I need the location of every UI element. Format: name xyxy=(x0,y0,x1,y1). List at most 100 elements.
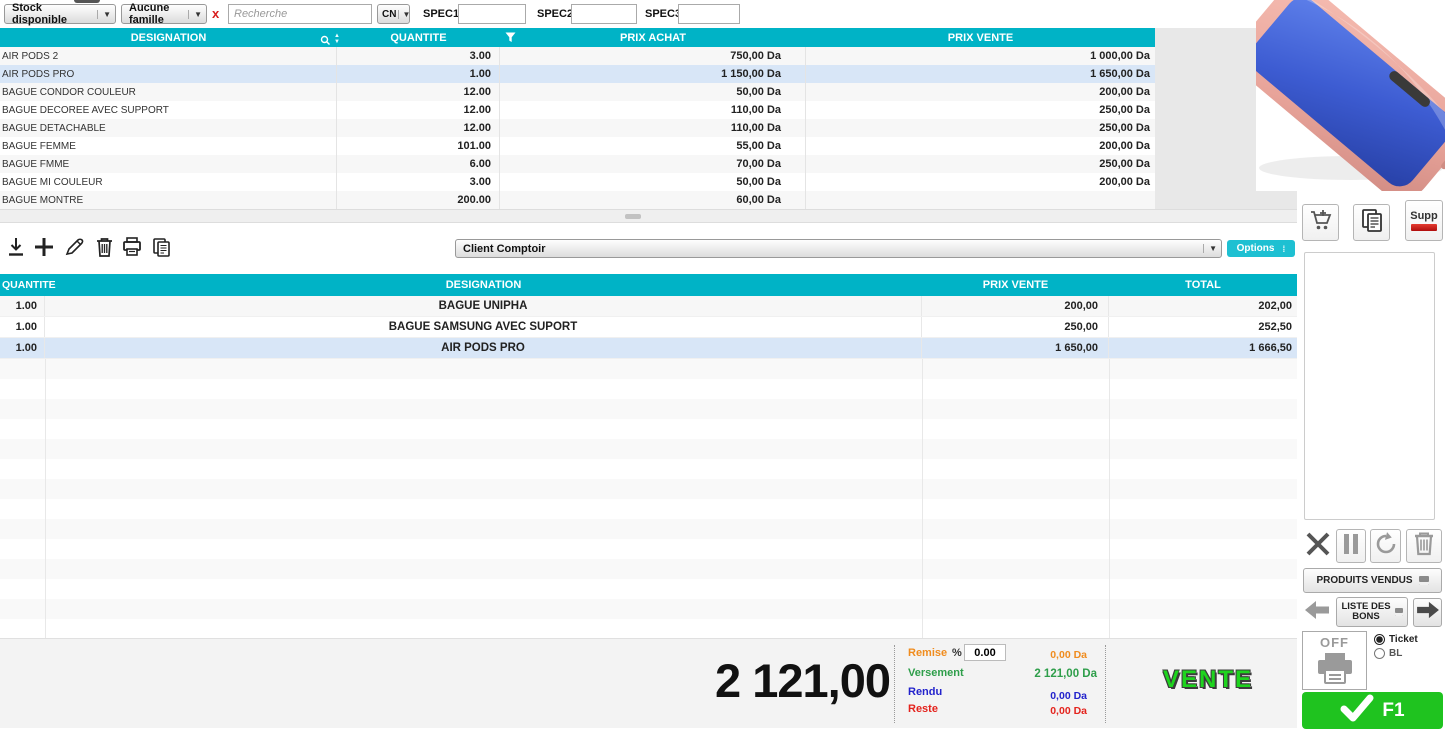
cell-prix-vente: 1 650,00 Da xyxy=(806,65,1155,83)
print-icon[interactable] xyxy=(120,234,144,260)
cell-designation: BAGUE FMME xyxy=(0,155,337,173)
clear-filter-icon[interactable]: x xyxy=(212,4,219,24)
cell-quantite: 12.00 xyxy=(337,119,500,137)
cell-prix-vente: 200,00 xyxy=(922,296,1109,316)
options-button[interactable]: Options ⁞ xyxy=(1227,240,1295,257)
stock-table-header: DESIGNATION ▲▼ QUANTITE PRIX ACHAT PRIX … xyxy=(0,28,1155,47)
stock-filter-dropdown[interactable]: Stock disponible ▼ xyxy=(4,4,116,24)
bl-radio-input[interactable] xyxy=(1374,648,1385,659)
table-row[interactable]: 1.00AIR PODS PRO1 650,001 666,50 xyxy=(0,338,1297,359)
delete-line-button[interactable]: Supp xyxy=(1405,200,1443,241)
copy-icon[interactable] xyxy=(149,234,173,260)
cell-quantite: 1.00 xyxy=(0,317,45,337)
cell-designation: BAGUE SAMSUNG AVEC SUPORT xyxy=(45,317,922,337)
next-ticket-button[interactable] xyxy=(1413,598,1442,627)
stock-header-prix-achat[interactable]: PRIX ACHAT xyxy=(500,32,806,44)
table-row[interactable]: BAGUE FEMME101.0055,00 Da200,00 Da xyxy=(0,137,1155,155)
duplicate-ticket-button[interactable] xyxy=(1353,204,1390,241)
spec2-label: SPEC2 xyxy=(537,3,573,25)
table-row[interactable]: BAGUE MI COULEUR3.0050,00 Da200,00 Da xyxy=(0,173,1155,191)
cell-designation: BAGUE DECOREE AVEC SUPPORT xyxy=(0,101,337,119)
table-row[interactable]: BAGUE DETACHABLE12.00110,00 Da250,00 Da xyxy=(0,119,1155,137)
grid-line xyxy=(922,359,923,638)
add-to-cart-button[interactable] xyxy=(1302,204,1339,241)
remise-value: 0,00 Da xyxy=(1050,649,1087,661)
code-type-dropdown[interactable]: CN ▼ xyxy=(377,4,410,24)
edit-pencil-icon[interactable] xyxy=(62,234,86,260)
cell-prix-vente: 1 650,00 xyxy=(922,338,1109,358)
hold-ticket-button[interactable] xyxy=(1336,529,1366,563)
supp-label: Supp xyxy=(1410,210,1438,222)
sale-table-body: 1.00BAGUE UNIPHA200,00202,001.00BAGUE SA… xyxy=(0,296,1297,359)
versement-label: Versement xyxy=(908,667,964,679)
stock-filter-value: Stock disponible xyxy=(12,2,91,26)
cell-prix-achat: 70,00 Da xyxy=(500,155,806,173)
bl-radio[interactable]: BL xyxy=(1374,648,1402,659)
splitter-bar[interactable] xyxy=(0,209,1297,223)
cell-prix-vente: 250,00 Da xyxy=(806,155,1155,173)
cell-prix-achat: 50,00 Da xyxy=(500,83,806,101)
liste-des-bons-label2: BONS xyxy=(1352,611,1379,622)
cell-prix-vente: 1 000,00 Da xyxy=(806,47,1155,65)
cell-prix-achat: 750,00 Da xyxy=(500,47,806,65)
sale-header-quantite[interactable]: QUANTITE xyxy=(0,279,45,291)
printer-toggle-button[interactable]: OFF xyxy=(1302,631,1367,690)
cell-quantite: 101.00 xyxy=(337,137,500,155)
validate-sale-button[interactable]: F1 xyxy=(1302,692,1443,729)
stock-header-quantite[interactable]: QUANTITE xyxy=(337,32,500,44)
refresh-icon xyxy=(1374,532,1398,561)
spec3-input[interactable] xyxy=(678,4,740,24)
kebab-menu-icon: ⁞ xyxy=(1282,244,1285,254)
refresh-button[interactable] xyxy=(1370,529,1401,563)
cell-prix-achat: 110,00 Da xyxy=(500,101,806,119)
family-filter-dropdown[interactable]: Aucune famille ▼ xyxy=(121,4,207,24)
clear-ticket-button[interactable] xyxy=(1406,529,1442,563)
stock-header-designation[interactable]: DESIGNATION ▲▼ xyxy=(0,32,337,44)
cell-quantite: 1.00 xyxy=(0,296,45,316)
table-row[interactable]: 1.00BAGUE UNIPHA200,00202,00 xyxy=(0,296,1297,317)
search-input[interactable] xyxy=(228,4,372,24)
ticket-radio-input[interactable] xyxy=(1374,634,1385,645)
produits-vendus-button[interactable]: PRODUITS VENDUS xyxy=(1303,568,1442,593)
product-image xyxy=(1256,0,1445,191)
sale-table-header: QUANTITE DESIGNATION PRIX VENTE TOTAL xyxy=(0,274,1297,296)
grand-total: 2 121,00 xyxy=(715,653,890,708)
sale-header-designation[interactable]: DESIGNATION xyxy=(45,279,922,291)
rendu-label: Rendu xyxy=(908,686,942,698)
add-icon[interactable] xyxy=(32,234,56,260)
stock-header-prix-vente[interactable]: PRIX VENTE xyxy=(806,32,1155,44)
spec1-input[interactable] xyxy=(458,4,526,24)
sale-header-total[interactable]: TOTAL xyxy=(1109,279,1297,291)
table-row[interactable]: BAGUE DECOREE AVEC SUPPORT12.00110,00 Da… xyxy=(0,101,1155,119)
cell-quantite: 1.00 xyxy=(337,65,500,83)
table-row[interactable]: BAGUE MONTRE200.0060,00 Da xyxy=(0,191,1155,209)
phone-illustration xyxy=(1256,0,1445,191)
cell-prix-achat: 55,00 Da xyxy=(500,137,806,155)
cell-designation: AIR PODS 2 xyxy=(0,47,337,65)
table-row[interactable]: BAGUE FMME6.0070,00 Da250,00 Da xyxy=(0,155,1155,173)
cancel-button[interactable] xyxy=(1302,529,1333,563)
splitter-handle-icon[interactable] xyxy=(625,214,641,219)
chevron-down-icon: ▼ xyxy=(188,10,202,19)
download-icon[interactable] xyxy=(4,234,28,260)
remise-input[interactable] xyxy=(964,644,1006,661)
menu-grid-icon xyxy=(1395,608,1403,616)
table-row[interactable]: 1.00BAGUE SAMSUNG AVEC SUPORT250,00252,5… xyxy=(0,317,1297,338)
liste-des-bons-button[interactable]: LISTE DES BONS xyxy=(1336,597,1408,627)
client-select[interactable]: Client Comptoir ▼ xyxy=(455,239,1222,258)
cell-prix-vente: 250,00 Da xyxy=(806,101,1155,119)
table-row[interactable]: BAGUE CONDOR COULEUR12.0050,00 Da200,00 … xyxy=(0,83,1155,101)
rendu-value: 0,00 Da xyxy=(1050,690,1087,702)
validate-key-label: F1 xyxy=(1382,700,1404,722)
spec2-input[interactable] xyxy=(571,4,637,24)
sale-header-prix-vente[interactable]: PRIX VENTE xyxy=(922,279,1109,291)
delete-trash-icon[interactable] xyxy=(92,234,116,260)
chevron-down-icon: ▼ xyxy=(398,10,410,19)
ticket-radio[interactable]: Ticket xyxy=(1374,634,1418,645)
cell-designation: BAGUE CONDOR COULEUR xyxy=(0,83,337,101)
table-row[interactable]: AIR PODS 23.00750,00 Da1 000,00 Da xyxy=(0,47,1155,65)
previous-ticket-button[interactable] xyxy=(1303,598,1331,626)
table-row[interactable]: AIR PODS PRO1.001 150,00 Da1 650,00 Da xyxy=(0,65,1155,83)
cell-total: 252,50 xyxy=(1109,317,1297,337)
arrow-left-icon xyxy=(1304,599,1330,626)
